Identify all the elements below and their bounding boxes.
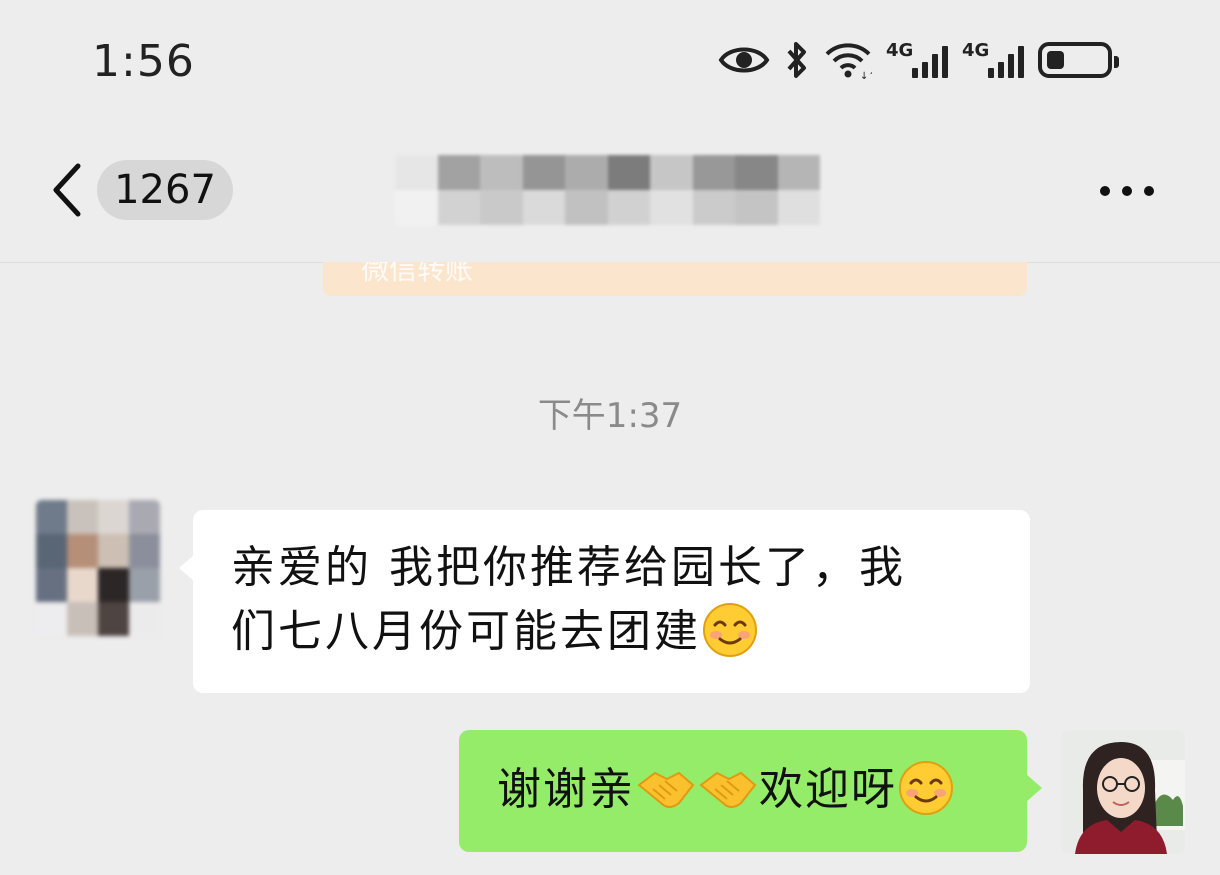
- message-time-divider: 下午1:37: [537, 396, 683, 436]
- smile-emoji-icon: [899, 761, 953, 815]
- network-type-2: 4G: [962, 40, 990, 61]
- transfer-message-card[interactable]: 微信转账: [323, 262, 1027, 296]
- battery-level: [1047, 51, 1064, 69]
- my-avatar[interactable]: [1061, 730, 1185, 854]
- chat-header: 1267: [0, 130, 1220, 263]
- handshake-emoji-icon: [637, 771, 695, 808]
- signal-4g-icon: 4G: [886, 42, 948, 78]
- transfer-card-label: 微信转账: [361, 262, 474, 286]
- handshake-emoji-icon: [699, 771, 757, 808]
- bluetooth-icon: [787, 42, 806, 78]
- eye-icon: [718, 47, 770, 73]
- incoming-message-line-2: 们七八月份可能去团建: [231, 606, 701, 657]
- svg-text:↓↑: ↓↑: [860, 71, 872, 80]
- status-time: 1:56: [92, 36, 195, 87]
- contact-avatar[interactable]: [36, 500, 160, 636]
- incoming-message-bubble[interactable]: 亲爱的 我把你推荐给园长了，我 们七八月份可能去团建: [179, 510, 1030, 693]
- smile-emoji-icon: [703, 603, 757, 657]
- wifi-icon: ↓↑: [825, 43, 872, 80]
- outgoing-message-text-2: 欢迎呀: [759, 764, 897, 815]
- outgoing-message-bubble[interactable]: 谢谢亲 欢迎呀: [459, 730, 1042, 852]
- outgoing-message-text-1: 谢谢亲: [497, 764, 635, 815]
- incoming-message-line-1: 亲爱的 我把你推荐给园长了，我: [231, 542, 906, 593]
- status-icons: ↓↑ 4G 4G: [718, 36, 1119, 84]
- signal-4g-icon: 4G: [962, 42, 1024, 78]
- battery-icon: [1038, 42, 1119, 78]
- chat-title-obscured: [395, 155, 820, 225]
- network-type-1: 4G: [886, 40, 914, 61]
- chevron-left-icon[interactable]: [48, 160, 88, 220]
- more-options-icon[interactable]: [1100, 176, 1166, 206]
- unread-count-badge[interactable]: 1267: [97, 160, 233, 220]
